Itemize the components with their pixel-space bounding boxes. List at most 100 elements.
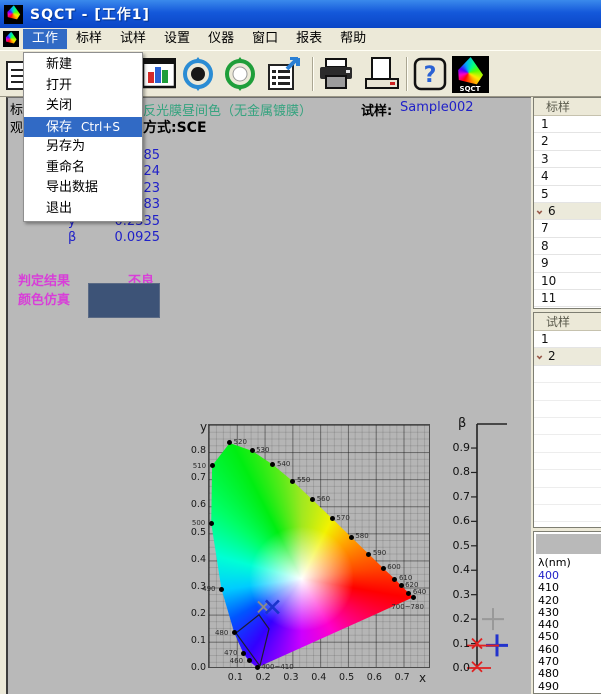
value-label: β bbox=[68, 230, 76, 245]
help-button[interactable]: ? bbox=[412, 56, 448, 92]
chart-view-button[interactable] bbox=[141, 56, 177, 92]
sample-empty-row bbox=[534, 366, 601, 383]
toolbar-separator bbox=[312, 57, 314, 91]
beta-tick-label: 0.3 bbox=[450, 588, 470, 601]
standard-row[interactable]: 6 bbox=[534, 203, 601, 220]
wavelength-row[interactable]: 480 bbox=[534, 668, 601, 680]
gamut-shape bbox=[4, 32, 17, 44]
spectral-locus-point bbox=[411, 595, 416, 600]
standard-row[interactable]: 10 bbox=[534, 273, 601, 290]
standard-row-label: 2 bbox=[541, 134, 549, 148]
standard-row[interactable]: 2 bbox=[534, 133, 601, 150]
menu-item-open[interactable]: 打开 bbox=[24, 76, 142, 97]
menu-item-rename[interactable]: 重命名 bbox=[24, 158, 142, 179]
wavelength-label: 590 bbox=[373, 549, 386, 557]
standard-row-label: 9 bbox=[541, 256, 549, 270]
print-button[interactable] bbox=[318, 56, 354, 92]
menu-instrument[interactable]: 仪器 bbox=[199, 29, 243, 49]
wavelength-header: λ(nm) bbox=[534, 556, 601, 570]
standard-row-label: 4 bbox=[541, 169, 549, 183]
file-dropdown-menu: 新建打开关闭保存Ctrl+S另存为重命名导出数据退出 bbox=[23, 52, 143, 222]
beta-tick-label: 0.6 bbox=[450, 514, 470, 527]
sqct-logo-text: SQCT bbox=[452, 85, 489, 93]
standard-row[interactable]: 11 bbox=[534, 290, 601, 307]
wavelength-label: 470 bbox=[224, 649, 237, 657]
menu-item-save-as[interactable]: 另存为 bbox=[24, 137, 142, 158]
sample-row[interactable]: 2 bbox=[534, 348, 601, 365]
menu-item-new[interactable]: 新建 bbox=[24, 55, 142, 76]
menu-item-shortcut: Ctrl+S bbox=[81, 120, 120, 134]
x-tick-label: 0.1 bbox=[228, 672, 243, 683]
wavelength-row[interactable]: 450 bbox=[534, 631, 601, 643]
menu-window[interactable]: 窗口 bbox=[243, 29, 287, 49]
x-tick-label: 0.4 bbox=[311, 672, 326, 683]
menu-work[interactable]: 工作 bbox=[23, 29, 67, 49]
standard-row[interactable]: 1 bbox=[534, 116, 601, 133]
document-sqct-icon[interactable] bbox=[3, 31, 19, 47]
menu-item-save[interactable]: 保存Ctrl+S bbox=[24, 117, 142, 138]
menu-bar: 工作标样试样设置仪器窗口报表帮助 bbox=[0, 28, 601, 50]
wavelength-label: 510 bbox=[193, 462, 206, 470]
help-icon: ? bbox=[413, 57, 447, 91]
report-export-icon bbox=[267, 57, 301, 91]
value-row: β 0.0925 bbox=[20, 230, 160, 246]
menu-help[interactable]: 帮助 bbox=[331, 29, 375, 49]
menu-settings[interactable]: 设置 bbox=[155, 29, 199, 49]
measure-sample-button[interactable] bbox=[222, 56, 258, 92]
spectral-locus-point bbox=[219, 587, 224, 592]
beta-tick-label: 0.9 bbox=[450, 441, 470, 454]
standard-row-label: 5 bbox=[541, 187, 549, 201]
standard-row[interactable]: 8 bbox=[534, 238, 601, 255]
menu-sample[interactable]: 试样 bbox=[111, 29, 155, 49]
judgement-label: 判定结果 bbox=[18, 270, 70, 289]
spectral-locus-point bbox=[330, 516, 335, 521]
spectral-locus-point bbox=[241, 651, 246, 656]
sample-empty-row bbox=[534, 453, 601, 470]
menu-report[interactable]: 报表 bbox=[287, 29, 331, 49]
wavelength-label: 700~780 bbox=[391, 603, 424, 611]
gamut-shape bbox=[454, 57, 485, 86]
wavelength-rows: 400410420430440450460470480490 bbox=[534, 570, 601, 693]
standard-row[interactable]: 7 bbox=[534, 220, 601, 237]
standard-row[interactable]: 5 bbox=[534, 186, 601, 203]
standard-row[interactable]: 4 bbox=[534, 168, 601, 185]
beta-tick-label: 0.4 bbox=[450, 563, 470, 576]
report-export-button[interactable] bbox=[266, 56, 302, 92]
menu-item-exit[interactable]: 退出 bbox=[24, 199, 142, 220]
standard-row[interactable]: 9 bbox=[534, 255, 601, 272]
spectral-locus-point bbox=[210, 463, 215, 468]
measure-standard-button[interactable] bbox=[180, 56, 216, 92]
x-axis-letter: x bbox=[419, 671, 426, 685]
standard-rows: 1234567891011 bbox=[534, 116, 601, 307]
menu-item-close[interactable]: 关闭 bbox=[24, 96, 142, 117]
wavelength-row[interactable]: 490 bbox=[534, 681, 601, 693]
row-marker-icon bbox=[537, 209, 543, 215]
spectral-locus-point bbox=[250, 448, 255, 453]
value-number: 0.0925 bbox=[115, 230, 161, 245]
standard-row-label: 6 bbox=[548, 204, 556, 218]
sqct-window-button[interactable]: SQCT bbox=[452, 56, 488, 92]
menu-standard[interactable]: 标样 bbox=[67, 29, 111, 49]
sample-row[interactable]: 1 bbox=[534, 331, 601, 348]
sample-label: 试样: bbox=[361, 100, 392, 119]
value-number: 83 bbox=[143, 197, 160, 212]
color-simulation-swatch bbox=[88, 283, 160, 318]
y-tick-label: 0.8 bbox=[190, 445, 206, 456]
sample-empty-row bbox=[534, 401, 601, 418]
standard-list-panel: 标样 1234567891011 bbox=[533, 97, 601, 309]
spectral-locus-point bbox=[247, 658, 252, 663]
printer-icon bbox=[318, 58, 354, 90]
y-tick-label: 0.4 bbox=[190, 554, 206, 565]
wavelength-row[interactable]: 410 bbox=[534, 582, 601, 594]
x-tick-label: 0.5 bbox=[339, 672, 354, 683]
title-bar[interactable]: SQCT - [工作1] bbox=[0, 0, 601, 28]
sample-empty-row bbox=[534, 505, 601, 522]
print-preview-button[interactable] bbox=[364, 56, 400, 92]
standard-row[interactable]: 3 bbox=[534, 151, 601, 168]
y-tick-label: 0.5 bbox=[190, 527, 206, 538]
x-tick-label: 0.6 bbox=[367, 672, 382, 683]
menu-item-export-data[interactable]: 导出数据 bbox=[24, 178, 142, 199]
spectral-locus-point bbox=[399, 583, 404, 588]
standard-row-label: 10 bbox=[541, 274, 556, 288]
wavelength-label: 580 bbox=[355, 532, 368, 540]
